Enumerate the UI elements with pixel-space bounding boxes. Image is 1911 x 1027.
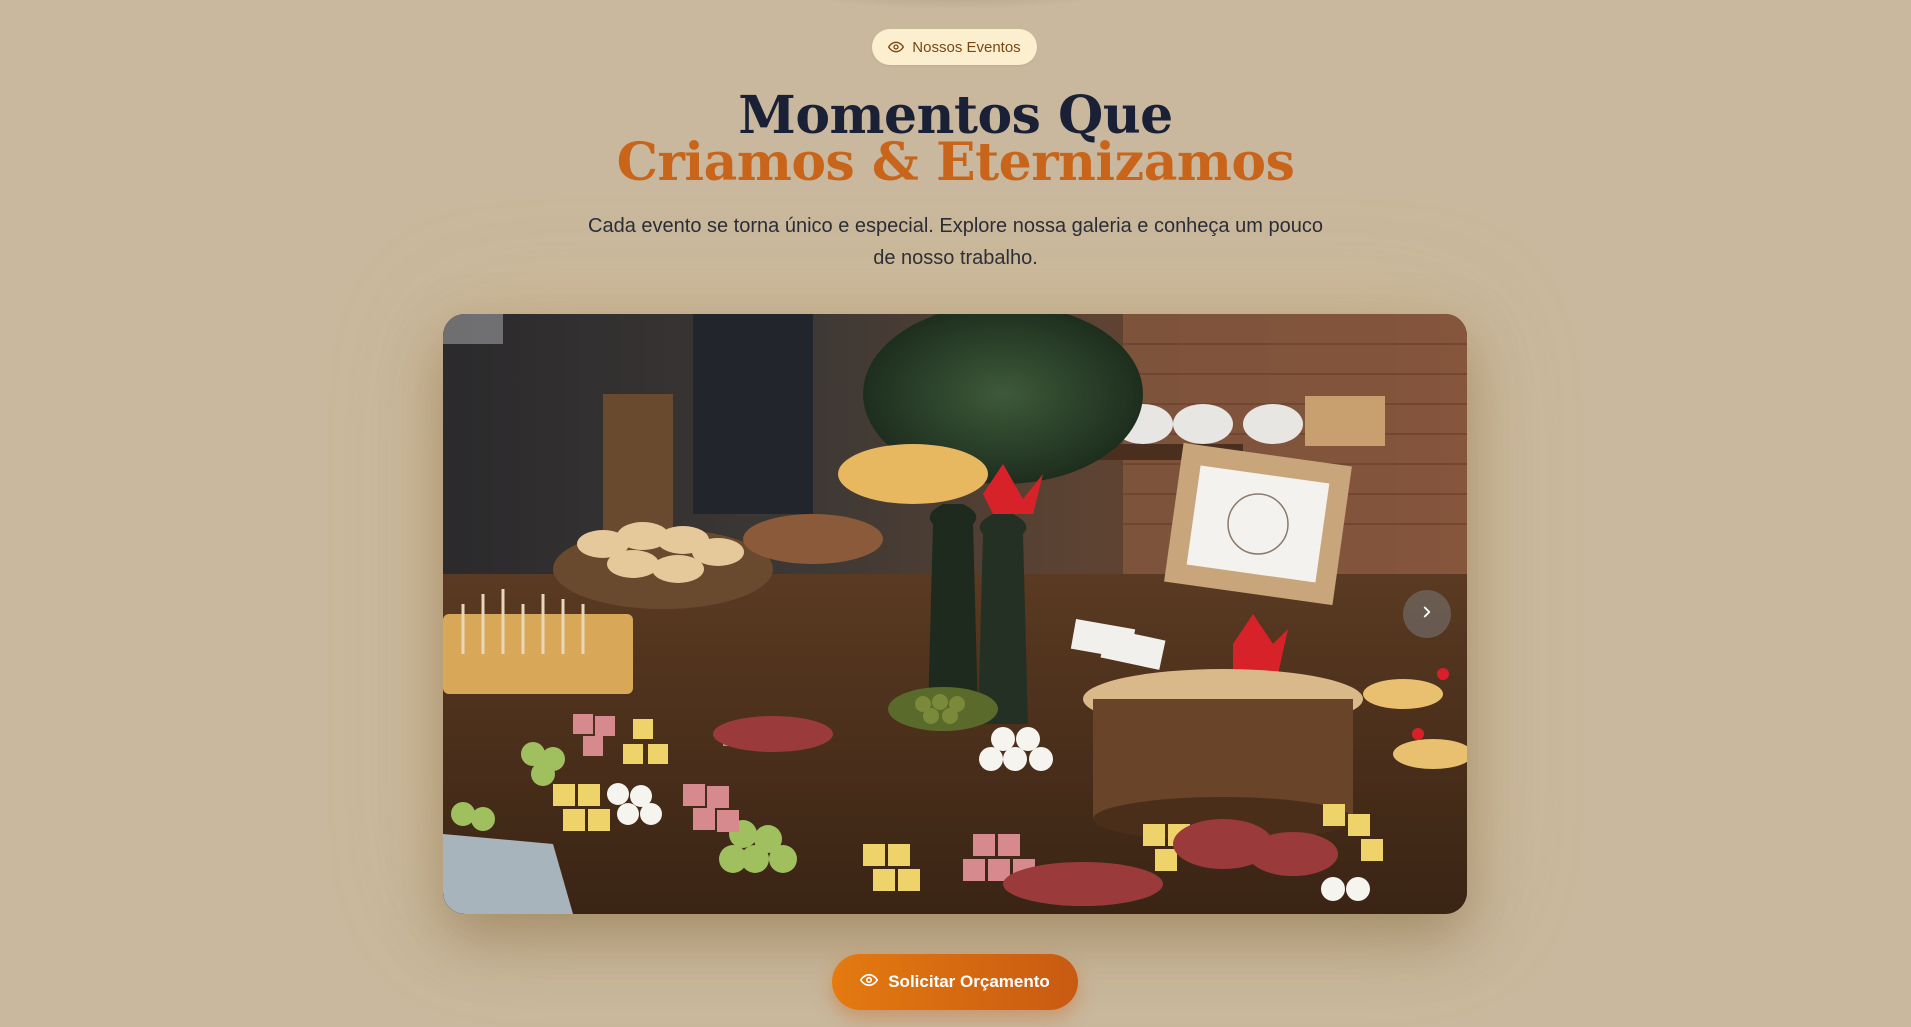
events-section: Nossos Eventos Momentos Que Criamos & Et… [0,0,1911,1027]
chevron-right-icon [1418,603,1436,626]
request-quote-label: Solicitar Orçamento [888,972,1050,991]
request-quote-button[interactable]: Solicitar Orçamento [832,954,1078,1010]
section-badge: Nossos Eventos [872,29,1037,65]
eye-icon [888,39,905,55]
badge-label: Nossos Eventos [912,38,1021,56]
section-title-line-2: Criamos & Eternizamos [616,132,1295,193]
carousel-next-button[interactable] [1403,590,1451,638]
eye-icon [860,971,879,994]
section-subtitle: Cada evento se torna único e especial. E… [588,215,1323,269]
gallery-image [443,314,1467,914]
gallery-carousel[interactable] [443,314,1467,914]
